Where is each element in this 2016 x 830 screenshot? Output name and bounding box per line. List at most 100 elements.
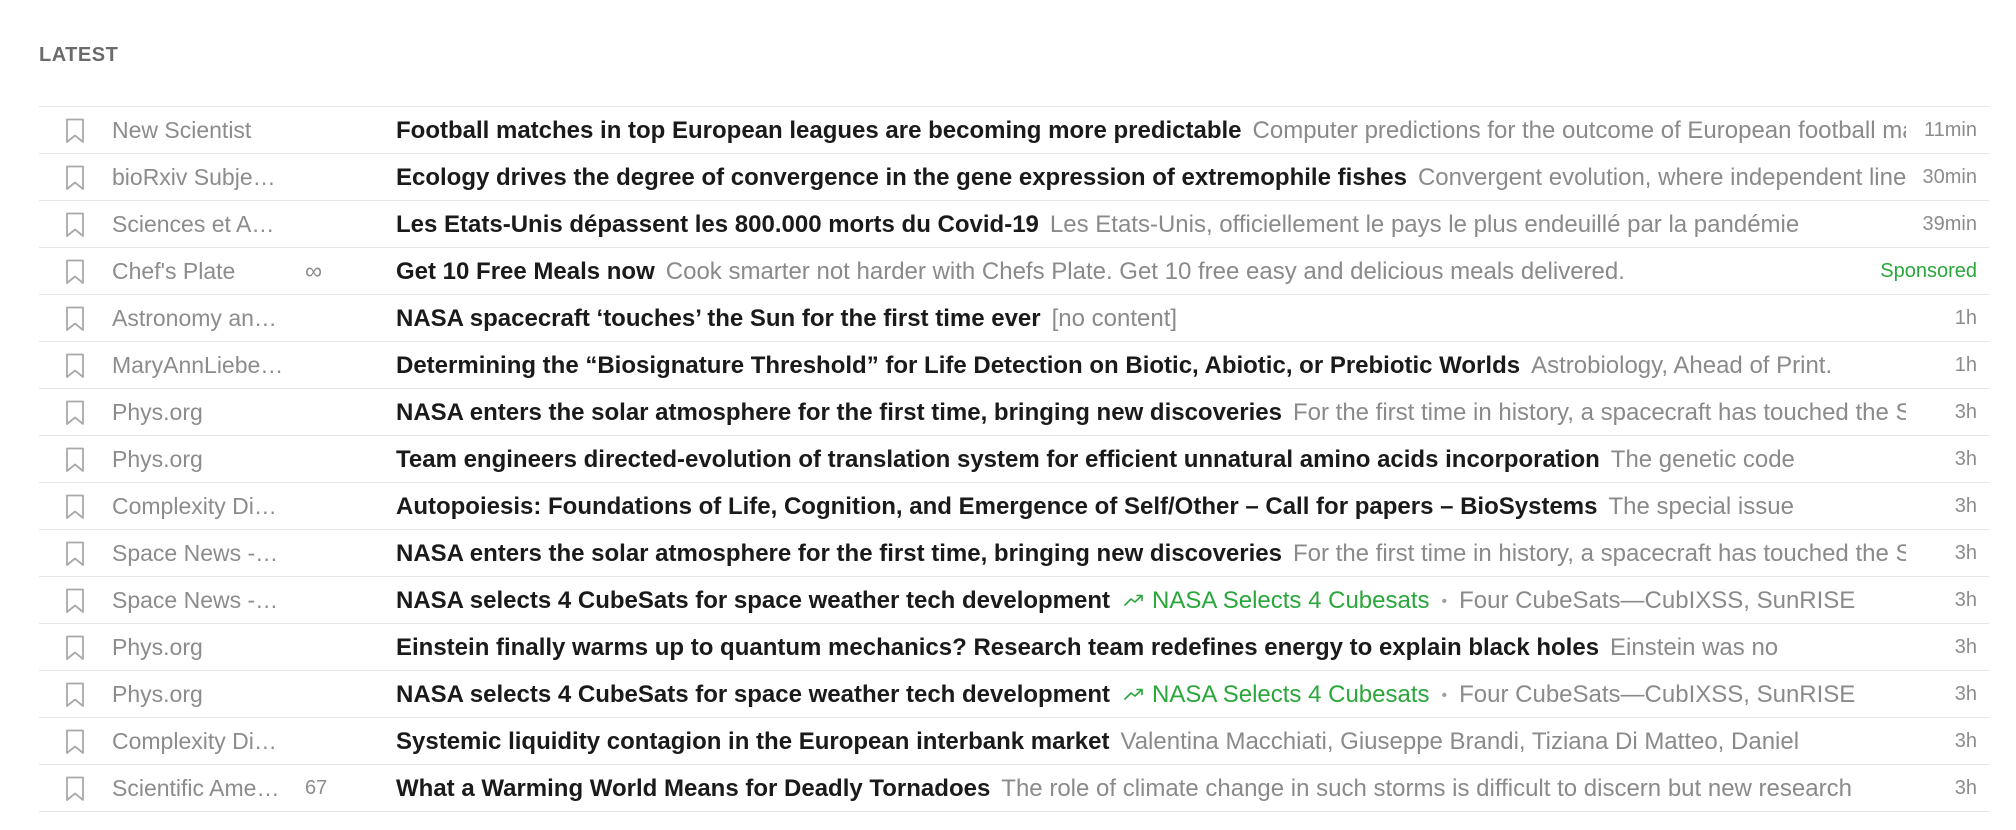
- unread-count: [305, 389, 355, 436]
- article-title[interactable]: Determining the “Biosignature Threshold”…: [396, 352, 1520, 379]
- trend-label: NASA Selects 4 Cubesats: [1152, 587, 1430, 614]
- source-name: MaryAnnLiebe…: [112, 352, 284, 378]
- article-content[interactable]: Football matches in top European leagues…: [396, 107, 1906, 154]
- article-content[interactable]: Determining the “Biosignature Threshold”…: [396, 342, 1906, 389]
- article-content[interactable]: NASA spacecraft ‘touches’ the Sun for th…: [396, 295, 1906, 342]
- article-title[interactable]: Football matches in top European leagues…: [396, 117, 1242, 144]
- article-row[interactable]: bioRxiv Subje… Ecology drives the degree…: [39, 154, 1989, 201]
- unread-count: [305, 201, 355, 248]
- article-row[interactable]: Space News -… NASA selects 4 CubeSats fo…: [39, 577, 1989, 624]
- article-title[interactable]: NASA selects 4 CubeSats for space weathe…: [396, 587, 1110, 614]
- article-age: 3h: [1954, 542, 1977, 564]
- article-row[interactable]: Phys.org Team engineers directed-evoluti…: [39, 436, 1989, 483]
- article-content[interactable]: What a Warming World Means for Deadly To…: [396, 765, 1906, 812]
- article-row[interactable]: Complexity Di… Autopoiesis: Foundations …: [39, 483, 1989, 530]
- article-title[interactable]: NASA selects 4 CubeSats for space weathe…: [396, 681, 1110, 708]
- article-content[interactable]: NASA enters the solar atmosphere for the…: [396, 530, 1906, 577]
- article-title[interactable]: Ecology drives the degree of convergence…: [396, 164, 1407, 191]
- bookmark-icon[interactable]: [65, 483, 89, 530]
- article-content[interactable]: Systemic liquidity contagion in the Euro…: [396, 718, 1906, 765]
- trending-up-icon: [1124, 688, 1143, 700]
- article-age: 3h: [1954, 495, 1977, 517]
- source-name: Phys.org: [112, 681, 203, 707]
- article-content[interactable]: NASA selects 4 CubeSats for space weathe…: [396, 671, 1906, 718]
- article-content[interactable]: Les Etats-Unis dépassent les 800.000 mor…: [396, 201, 1906, 248]
- article-row[interactable]: Astronomy an… NASA spacecraft ‘touches’ …: [39, 295, 1989, 342]
- article-title[interactable]: What a Warming World Means for Deadly To…: [396, 775, 990, 802]
- article-age: 39min: [1922, 213, 1977, 235]
- bookmark-icon[interactable]: [65, 765, 89, 812]
- article-content[interactable]: Einstein finally warms up to quantum mec…: [396, 624, 1906, 671]
- unread-count: [305, 577, 355, 624]
- article-row[interactable]: New Scientist Football matches in top Eu…: [39, 107, 1989, 154]
- article-age: 3h: [1954, 401, 1977, 423]
- unread-count: [305, 483, 355, 530]
- article-age: 1h: [1954, 354, 1977, 376]
- article-content[interactable]: Ecology drives the degree of convergence…: [396, 154, 1906, 201]
- article-title[interactable]: Systemic liquidity contagion in the Euro…: [396, 728, 1109, 755]
- article-age: 3h: [1954, 730, 1977, 752]
- bookmark-icon[interactable]: [65, 436, 89, 483]
- article-title[interactable]: Autopoiesis: Foundations of Life, Cognit…: [396, 493, 1598, 520]
- bookmark-icon[interactable]: [65, 389, 89, 436]
- bookmark-icon[interactable]: [65, 577, 89, 624]
- bookmark-icon[interactable]: [65, 295, 89, 342]
- sponsored-row[interactable]: Chef's Plate ∞ Get 10 Free Meals now Cook…: [39, 248, 1989, 295]
- unread-count: [305, 718, 355, 765]
- article-row[interactable]: Sciences et A… Les Etats-Unis dépassent …: [39, 201, 1989, 248]
- unread-count: [305, 624, 355, 671]
- article-snippet: The role of climate change in such storm…: [1001, 775, 1852, 802]
- source-name: Phys.org: [112, 446, 203, 472]
- article-content[interactable]: NASA enters the solar atmosphere for the…: [396, 389, 1906, 436]
- bookmark-icon[interactable]: [65, 342, 89, 389]
- article-snippet: Cook smarter not harder with Chefs Plate…: [665, 258, 1625, 285]
- article-title[interactable]: NASA spacecraft ‘touches’ the Sun for th…: [396, 305, 1041, 332]
- trend-link[interactable]: NASA Selects 4 Cubesats: [1124, 681, 1430, 708]
- article-row[interactable]: Phys.org Einstein finally warms up to qu…: [39, 624, 1989, 671]
- bookmark-icon[interactable]: [65, 201, 89, 248]
- article-title[interactable]: Get 10 Free Meals now: [396, 258, 655, 285]
- article-title[interactable]: NASA enters the solar atmosphere for the…: [396, 540, 1282, 567]
- article-snippet: Valentina Macchiati, Giuseppe Brandi, Ti…: [1120, 728, 1800, 755]
- source-name: Space News -…: [112, 587, 279, 613]
- trend-link[interactable]: NASA Selects 4 Cubesats: [1124, 587, 1430, 614]
- bookmark-icon[interactable]: [65, 154, 89, 201]
- article-title[interactable]: Team engineers directed-evolution of tra…: [396, 446, 1600, 473]
- article-age: 11min: [1924, 119, 1977, 141]
- source-name: Complexity Di…: [112, 728, 277, 754]
- article-row[interactable]: MaryAnnLiebe… Determining the “Biosignat…: [39, 342, 1989, 389]
- bookmark-icon[interactable]: [65, 718, 89, 765]
- source-name: bioRxiv Subje…: [112, 164, 276, 190]
- article-row[interactable]: Scientific Ame… 67 What a Warming World …: [39, 765, 1989, 812]
- article-title[interactable]: Les Etats-Unis dépassent les 800.000 mor…: [396, 211, 1039, 238]
- article-row[interactable]: Complexity Di… Systemic liquidity contag…: [39, 718, 1989, 765]
- article-row[interactable]: Phys.org NASA enters the solar atmospher…: [39, 389, 1989, 436]
- article-content[interactable]: Autopoiesis: Foundations of Life, Cognit…: [396, 483, 1906, 530]
- article-content[interactable]: Get 10 Free Meals now Cook smarter not ha…: [396, 248, 1856, 295]
- bookmark-icon[interactable]: [65, 248, 89, 295]
- article-row[interactable]: Phys.org NASA selects 4 CubeSats for spa…: [39, 671, 1989, 718]
- article-age: 3h: [1954, 777, 1977, 799]
- article-row[interactable]: Space News -… NASA enters the solar atmo…: [39, 530, 1989, 577]
- article-snippet: Les Etats-Unis, officiellement le pays l…: [1049, 211, 1800, 238]
- bookmark-icon[interactable]: [65, 624, 89, 671]
- article-title[interactable]: Einstein finally warms up to quantum mec…: [396, 634, 1599, 661]
- bookmark-icon[interactable]: [65, 530, 89, 577]
- bookmark-icon[interactable]: [65, 107, 89, 154]
- article-snippet: For the first time in history, a spacecr…: [1292, 399, 1906, 426]
- article-list: New Scientist Football matches in top Eu…: [39, 106, 1989, 812]
- source-name: Space News -…: [112, 540, 279, 566]
- article-snippet: Convergent evolution, where independent …: [1417, 164, 1906, 191]
- article-content[interactable]: Team engineers directed-evolution of tra…: [396, 436, 1906, 483]
- article-content[interactable]: NASA selects 4 CubeSats for space weathe…: [396, 577, 1906, 624]
- source-name: Scientific Ame…: [112, 775, 280, 801]
- article-age: 3h: [1954, 589, 1977, 611]
- section-heading: LATEST: [39, 44, 119, 66]
- article-snippet: Einstein was no: [1610, 634, 1779, 661]
- source-name: Chef's Plate: [112, 258, 236, 284]
- unread-count: [305, 107, 355, 154]
- bookmark-icon[interactable]: [65, 671, 89, 718]
- article-snippet: Four CubeSats—CubIXSS, SunRISE: [1459, 587, 1856, 614]
- source-name: New Scientist: [112, 117, 252, 143]
- article-title[interactable]: NASA enters the solar atmosphere for the…: [396, 399, 1282, 426]
